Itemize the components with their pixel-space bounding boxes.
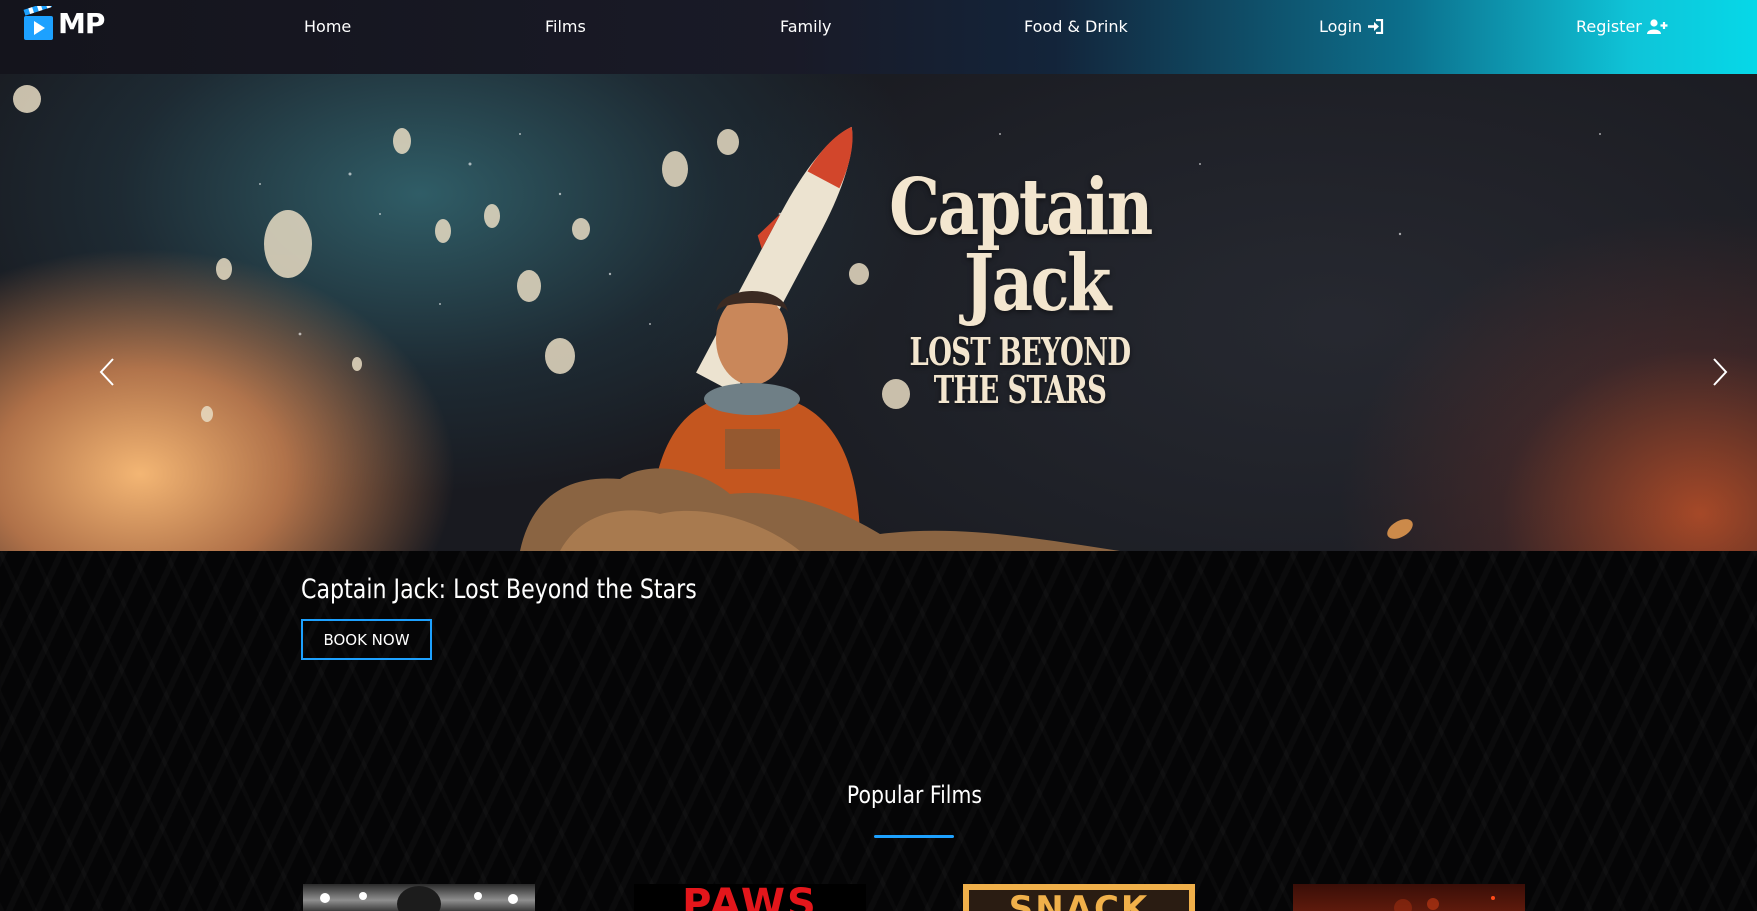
poster-card-1[interactable] — [303, 884, 535, 911]
site-logo[interactable]: MP — [23, 1, 105, 42]
login-icon — [1367, 18, 1384, 34]
poster-card-2[interactable]: PAWS — [634, 884, 866, 911]
popular-films-heading: Popular Films — [0, 781, 1757, 809]
clapperboard-play-icon — [23, 1, 56, 40]
poster-art-4 — [1394, 896, 1495, 911]
nav-food-drink-label: Food & Drink — [1024, 16, 1128, 36]
hero-subtitle-line-1: LOST BEYOND — [909, 329, 1132, 374]
carousel-prev-button[interactable] — [92, 352, 122, 392]
nav-register-label: Register — [1576, 16, 1642, 36]
nav-login-label: Login — [1319, 16, 1363, 36]
featured-film-title: Captain Jack: Lost Beyond the Stars — [301, 574, 697, 605]
hero-title-line-1: Captain — [889, 162, 1153, 253]
poster-card-3[interactable]: SNACK — [963, 884, 1195, 911]
hero-poster-title: Captain Jack LOST BEYOND THE STARS — [860, 169, 1180, 409]
carousel-next-button[interactable] — [1705, 352, 1735, 392]
poster-title-3: SNACK — [1008, 889, 1150, 911]
logo-text: MP — [58, 6, 105, 40]
book-now-button[interactable]: BOOK NOW — [301, 619, 432, 660]
nav-family-label: Family — [780, 16, 832, 36]
nav-register[interactable]: Register — [1576, 14, 1668, 38]
poster-card-4[interactable] — [1293, 884, 1525, 911]
hero-subtitle-line-2: THE STARS — [933, 367, 1107, 412]
hero-title-line-2: Jack — [963, 238, 1112, 329]
poster-title-2: PAWS — [682, 884, 818, 911]
poster-art-1 — [320, 886, 518, 911]
chevron-right-icon — [1713, 358, 1728, 386]
hero-carousel: Captain Jack LOST BEYOND THE STARS — [0, 74, 1757, 551]
nav-home-label: Home — [304, 16, 352, 36]
nav-login[interactable]: Login — [1319, 14, 1384, 38]
chevron-left-icon — [99, 358, 114, 386]
nav-food-drink[interactable]: Food & Drink — [1024, 14, 1128, 38]
nav-films-label: Films — [545, 16, 586, 36]
top-navbar: MP Home Films Family Food & Drink Login … — [0, 0, 1757, 74]
popular-films-title: Popular Films — [846, 781, 982, 809]
nav-family[interactable]: Family — [780, 14, 831, 38]
nav-films[interactable]: Films — [545, 14, 586, 38]
nav-home[interactable]: Home — [304, 14, 351, 38]
user-plus-icon — [1646, 18, 1668, 34]
heading-underline — [874, 835, 954, 838]
